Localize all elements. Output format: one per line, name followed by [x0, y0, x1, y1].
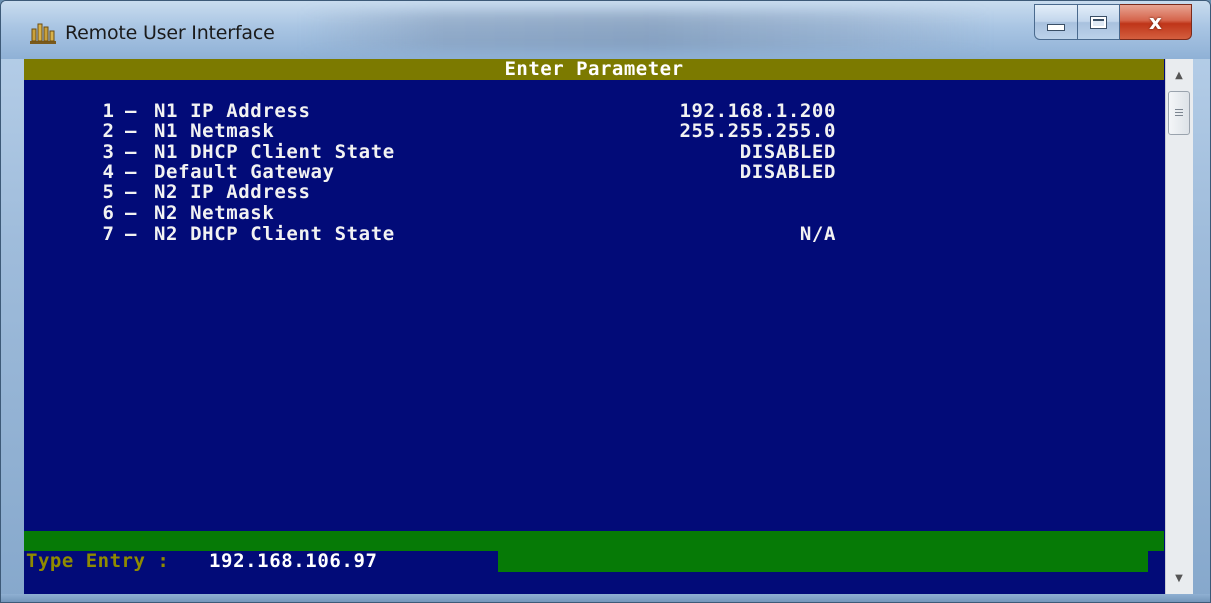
separator-dash: – — [125, 100, 137, 122]
status-bar — [24, 531, 1164, 551]
parameter-value: DISABLED — [739, 161, 836, 183]
caption-buttons: x — [1034, 4, 1192, 42]
close-button[interactable]: x — [1120, 4, 1192, 40]
separator-dash: – — [125, 181, 137, 203]
parameter-row[interactable]: 2 – N1 Netmask 255.255.255.0 — [24, 121, 1164, 142]
arrow-up-icon: ▲ — [1175, 69, 1183, 81]
window-title: Remote User Interface — [65, 22, 275, 44]
entry-input-field[interactable] — [498, 551, 1148, 572]
parameter-value: 255.255.255.0 — [679, 120, 836, 142]
parameter-label: N2 IP Address — [154, 181, 311, 203]
parameter-row[interactable]: 4 – Default Gateway DISABLED — [24, 162, 1164, 183]
parameter-row[interactable]: 6 – N2 Netmask — [24, 203, 1164, 224]
parameter-number: 2 — [102, 120, 114, 142]
parameter-value: N/A — [799, 223, 836, 245]
separator-dash: – — [125, 161, 137, 183]
parameter-value: 192.168.1.200 — [679, 100, 836, 122]
minimize-icon — [1047, 23, 1065, 31]
terminal-screen[interactable]: Enter Parameter 1 – N1 IP Address 192.16… — [24, 59, 1164, 594]
parameter-label: N1 DHCP Client State — [154, 141, 395, 163]
parameter-number: 1 — [102, 100, 114, 122]
entry-line: Type Entry : 192.168.106.97 — [24, 551, 1164, 572]
parameter-label: N1 Netmask — [154, 120, 275, 142]
arrow-down-icon: ▼ — [1175, 572, 1183, 584]
building-icon[interactable] — [29, 21, 57, 45]
title-bar-background — [301, 11, 991, 51]
client-area: Enter Parameter 1 – N1 IP Address 192.16… — [24, 59, 1193, 594]
parameter-label: Default Gateway — [154, 161, 335, 183]
parameter-row[interactable]: 7 – N2 DHCP Client State N/A — [24, 224, 1164, 245]
parameter-number: 6 — [102, 202, 114, 224]
scroll-up-button[interactable]: ▲ — [1168, 63, 1190, 87]
title-bar[interactable]: Remote User Interface x — [1, 1, 1210, 59]
vertical-scrollbar[interactable]: ▲ ▼ — [1165, 59, 1193, 594]
parameter-label: N1 IP Address — [154, 100, 311, 122]
entry-input-value[interactable]: 192.168.106.97 — [209, 551, 378, 572]
separator-dash: – — [125, 141, 137, 163]
separator-dash: – — [125, 223, 137, 245]
minimize-button[interactable] — [1034, 4, 1078, 40]
parameter-value: DISABLED — [739, 141, 836, 163]
parameter-row[interactable]: 1 – N1 IP Address 192.168.1.200 — [24, 101, 1164, 122]
window-bottom-border — [1, 594, 1210, 602]
screen-title: Enter Parameter — [504, 58, 684, 80]
parameter-row[interactable]: 5 – N2 IP Address — [24, 182, 1164, 203]
scroll-thumb[interactable] — [1168, 91, 1190, 135]
parameter-number: 3 — [102, 141, 114, 163]
maximize-icon — [1090, 15, 1107, 29]
parameter-label: N2 Netmask — [154, 202, 275, 224]
separator-dash: – — [125, 202, 137, 224]
close-icon: x — [1149, 10, 1162, 34]
header-bar: Enter Parameter — [24, 59, 1164, 80]
app-window: Remote User Interface x Enter Parameter … — [0, 0, 1211, 603]
entry-prompt: Type Entry : — [26, 550, 170, 572]
maximize-button[interactable] — [1078, 4, 1120, 40]
parameter-number: 7 — [102, 223, 114, 245]
parameter-number: 4 — [102, 161, 114, 183]
scroll-down-button[interactable]: ▼ — [1168, 566, 1190, 590]
parameter-label: N2 DHCP Client State — [154, 223, 395, 245]
parameter-row[interactable]: 3 – N1 DHCP Client State DISABLED — [24, 142, 1164, 163]
parameter-number: 5 — [102, 181, 114, 203]
grip-icon — [1175, 108, 1183, 118]
separator-dash: – — [125, 120, 137, 142]
